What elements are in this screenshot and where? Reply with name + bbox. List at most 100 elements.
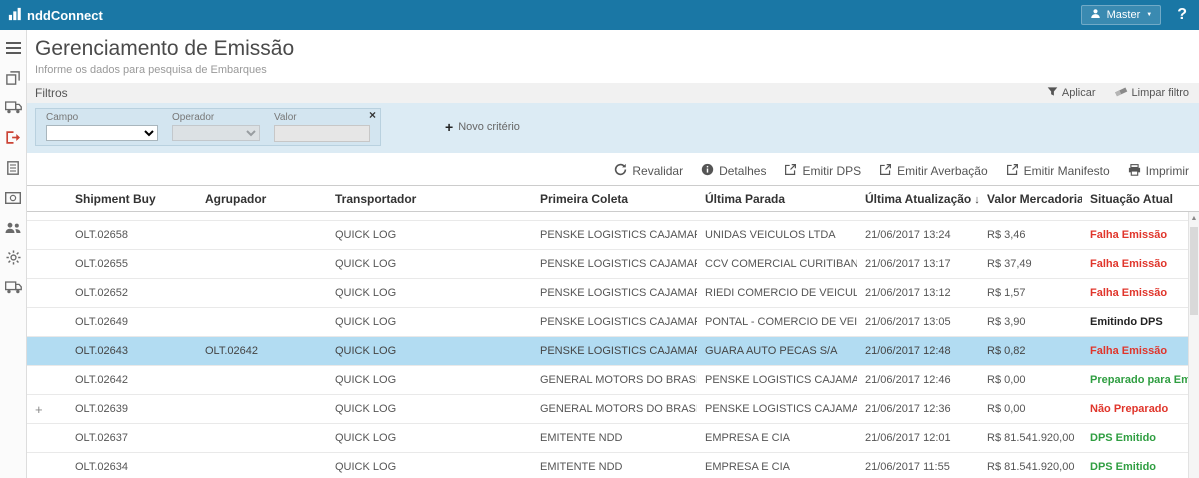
settings-icon [6, 250, 21, 270]
close-icon[interactable]: × [369, 109, 376, 122]
row-expand-toggle[interactable] [27, 250, 67, 278]
money-icon [5, 191, 21, 209]
emit-averbacao-button[interactable]: Emitir Averbação [879, 163, 988, 179]
sidebar-item-users[interactable] [0, 217, 27, 243]
sidebar-item-fleet-truck[interactable] [0, 277, 27, 303]
app-window: nddConnect Master ▼ ? Gerenciamento de E… [0, 0, 1199, 478]
scroll-up-arrow-icon[interactable]: ▲ [1189, 212, 1199, 225]
revalidate-label: Revalidar [632, 164, 683, 178]
row-expand-toggle[interactable] [27, 279, 67, 307]
status-badge: Preparado para Emissão [1082, 366, 1199, 394]
cell-primeira-coleta: PENSKE LOGISTICS CAJAMAR [532, 279, 697, 307]
sidebar-item-document[interactable] [0, 157, 27, 183]
column-header-ultima-atualizacao[interactable]: Última Atualização↓ [857, 192, 979, 206]
new-criteria-label: Novo critério [458, 121, 520, 133]
column-header-valor-mercadoria[interactable]: Valor Mercadoria [979, 192, 1082, 206]
table-row[interactable]: OLT.02655 QUICK LOG PENSKE LOGISTICS CAJ… [27, 250, 1188, 279]
table-row[interactable]: OLT.02658 QUICK LOG PENSKE LOGISTICS CAJ… [27, 221, 1188, 250]
sidebar-item-money[interactable] [0, 187, 27, 213]
main-content: Gerenciamento de Emissão Informe os dado… [27, 30, 1199, 478]
user-menu-button[interactable]: Master ▼ [1081, 5, 1162, 25]
clear-filter-label: Limpar filtro [1132, 87, 1189, 99]
row-expand-toggle[interactable] [27, 212, 67, 220]
row-expand-toggle[interactable] [27, 366, 67, 394]
cell-shipment-buy: OLT.02649 [67, 308, 197, 336]
row-expand-toggle[interactable]: + [27, 395, 67, 423]
cell-ultima-parada: UNIDAS VEICULOS LTDA [697, 221, 857, 249]
cell-transportador: QUICK LOG [327, 308, 532, 336]
filter-panel: × Campo Operador Valor + [27, 103, 1199, 153]
table-row[interactable]: OLT.02661 QUICK LOG EMITENTE NDD EMPRESA… [27, 212, 1188, 221]
menu-icon [6, 41, 21, 59]
chevron-down-icon: ▼ [1146, 12, 1152, 18]
operador-select[interactable] [172, 125, 260, 141]
brand: nddConnect [8, 7, 103, 24]
cell-valor-mercadoria: R$ 0,82 [979, 337, 1082, 365]
table-row[interactable]: OLT.02637 QUICK LOG EMITENTE NDD EMPRESA… [27, 424, 1188, 453]
operador-field-group: Operador [172, 112, 260, 139]
cell-ultima-atualizacao: 21/06/2017 13:17 [857, 250, 979, 278]
row-expand-toggle[interactable] [27, 308, 67, 336]
new-criteria-button[interactable]: + Novo critério [445, 119, 520, 135]
column-header-transportador[interactable]: Transportador [327, 192, 532, 206]
brand-label: nddConnect [27, 8, 103, 23]
apply-filter-label: Aplicar [1062, 87, 1096, 99]
scrollbar-thumb[interactable] [1190, 227, 1198, 315]
cell-primeira-coleta: EMITENTE NDD [532, 453, 697, 478]
help-button[interactable]: ? [1177, 6, 1187, 24]
table-row[interactable]: OLT.02634 QUICK LOG EMITENTE NDD EMPRESA… [27, 453, 1188, 478]
table-body: ▲ OLT.02661 QUICK LOG EMITENTE NDD EMPRE… [27, 212, 1199, 478]
document-icon [7, 161, 19, 180]
row-expand-toggle[interactable] [27, 453, 67, 478]
sidebar-item-truck[interactable] [0, 97, 27, 123]
row-expand-toggle[interactable] [27, 221, 67, 249]
row-expand-toggle[interactable] [27, 424, 67, 452]
clear-filter-button[interactable]: Limpar filtro [1114, 86, 1189, 100]
cell-agrupador [197, 212, 327, 220]
cell-shipment-buy: OLT.02658 [67, 221, 197, 249]
campo-label: Campo [46, 112, 158, 123]
cell-shipment-buy: OLT.02637 [67, 424, 197, 452]
status-badge: Falha Emissão [1082, 337, 1188, 365]
sidebar-item-settings[interactable] [0, 247, 27, 273]
status-badge: Falha Emissão [1082, 279, 1188, 307]
cell-transportador: QUICK LOG [327, 366, 532, 394]
emit-manifesto-button[interactable]: Emitir Manifesto [1006, 163, 1110, 179]
sidebar-item-documents[interactable] [0, 67, 27, 93]
emit-dps-button[interactable]: Emitir DPS [784, 163, 861, 179]
cell-valor-mercadoria: R$ 81.541.920,00 [979, 424, 1082, 452]
details-button[interactable]: Detalhes [701, 163, 766, 179]
table-row[interactable]: OLT.02642 QUICK LOG GENERAL MOTORS DO BR… [27, 366, 1188, 395]
page-subtitle: Informe os dados para pesquisa de Embarq… [35, 64, 1191, 76]
sidebar-item-emission[interactable] [0, 127, 27, 153]
cell-ultima-parada: PENSKE LOGISTICS CAJAMAR [697, 366, 857, 394]
cell-transportador: QUICK LOG [327, 395, 532, 423]
cell-agrupador: OLT.02642 [197, 337, 327, 365]
revalidate-button[interactable]: Revalidar [614, 163, 683, 179]
cell-ultima-parada: GUARA AUTO PECAS S/A [697, 337, 857, 365]
column-header-shipment-buy[interactable]: Shipment Buy [67, 192, 197, 206]
table-row[interactable]: OLT.02652 QUICK LOG PENSKE LOGISTICS CAJ… [27, 279, 1188, 308]
cell-shipment-buy: OLT.02652 [67, 279, 197, 307]
eraser-icon [1114, 86, 1128, 100]
cell-agrupador [197, 279, 327, 307]
page-header: Gerenciamento de Emissão Informe os dado… [27, 30, 1199, 76]
table-row[interactable]: + OLT.02639 QUICK LOG GENERAL MOTORS DO … [27, 395, 1188, 424]
column-header-primeira-coleta[interactable]: Primeira Coleta [532, 192, 697, 206]
apply-filter-button[interactable]: Aplicar [1047, 86, 1096, 100]
row-expand-toggle[interactable] [27, 337, 67, 365]
cell-ultima-parada: RIEDI COMERCIO DE VEICULOS LTDA [697, 279, 857, 307]
cell-agrupador [197, 395, 327, 423]
column-header-situacao-atual[interactable]: Situação Atual [1082, 192, 1199, 206]
column-header-agrupador[interactable]: Agrupador [197, 192, 327, 206]
sidebar-item-menu[interactable] [0, 37, 27, 63]
table-row[interactable]: OLT.02643 OLT.02642 QUICK LOG PENSKE LOG… [27, 337, 1188, 366]
cell-shipment-buy: OLT.02661 [67, 212, 197, 220]
print-button[interactable]: Imprimir [1128, 164, 1189, 179]
print-label: Imprimir [1146, 164, 1189, 178]
table-row[interactable]: OLT.02649 QUICK LOG PENSKE LOGISTICS CAJ… [27, 308, 1188, 337]
valor-input[interactable] [274, 125, 370, 142]
column-header-ultima-parada[interactable]: Última Parada [697, 192, 857, 206]
vertical-scrollbar[interactable]: ▲ [1188, 212, 1199, 478]
campo-select[interactable] [46, 125, 158, 141]
